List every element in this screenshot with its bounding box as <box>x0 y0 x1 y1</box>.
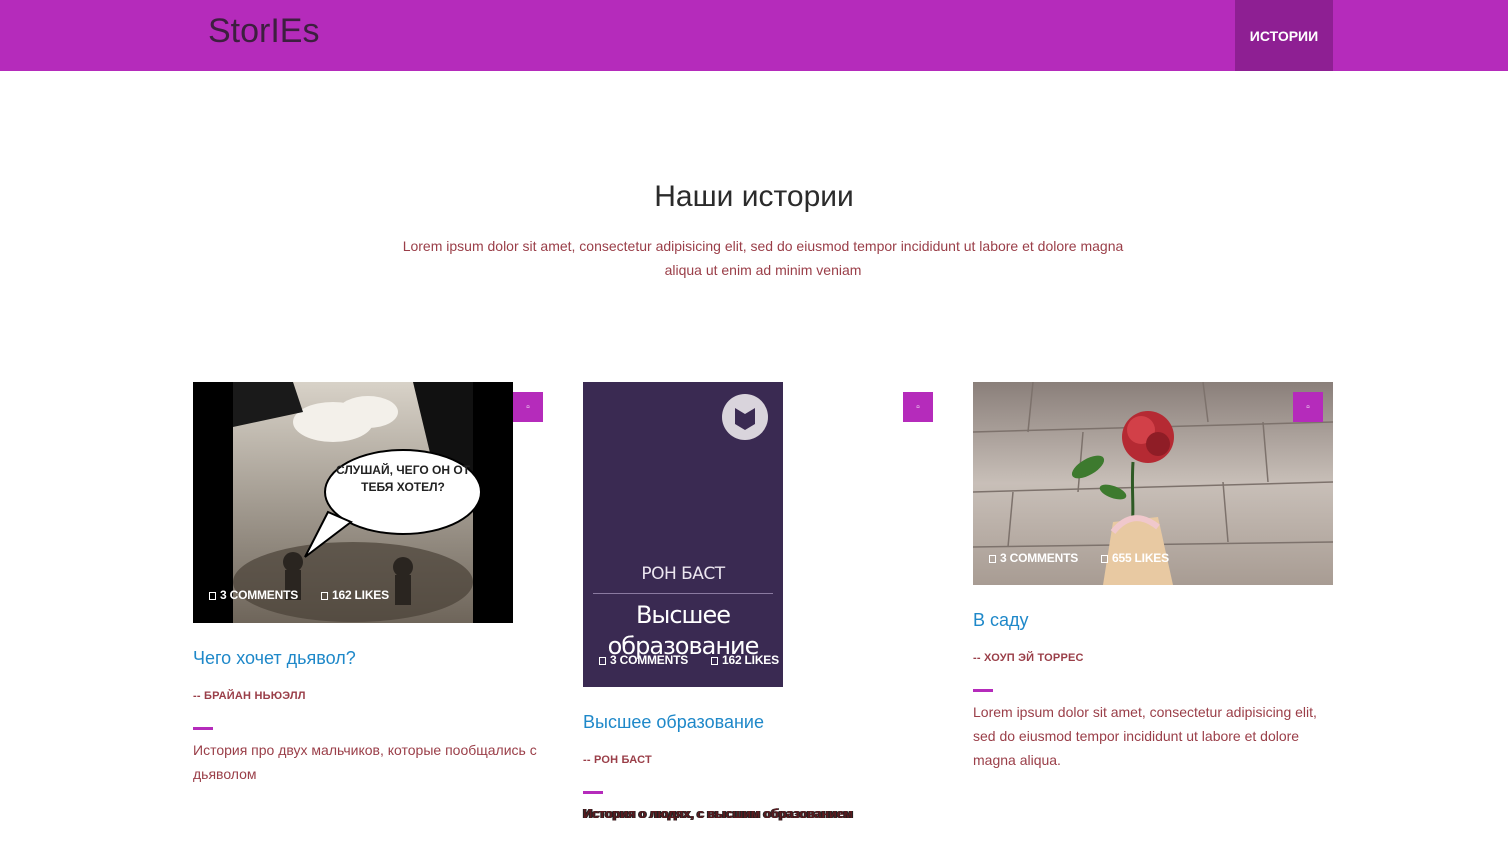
likes-count[interactable]: 655 LIKES <box>1101 551 1169 565</box>
section-title: Наши истории <box>654 180 854 213</box>
story-author: -- РОН БАСТ <box>583 754 652 766</box>
likes-count[interactable]: 162 LIKES <box>321 588 389 602</box>
comment-icon <box>209 592 216 600</box>
story-title[interactable]: Высшее образование <box>583 712 764 733</box>
comment-icon <box>599 657 606 665</box>
comment-icon <box>989 555 996 563</box>
story-image-book-cover[interactable]: РОН БАСТ Высшее образование 3 COMMENTS 1… <box>583 382 783 687</box>
comments-count[interactable]: 3 COMMENTS <box>989 551 1078 565</box>
story-title[interactable]: Чего хочет дьявол? <box>193 648 356 669</box>
bookmark-icon[interactable]: ▫ <box>1293 392 1323 422</box>
story-title[interactable]: В саду <box>973 610 1029 631</box>
likes-label: 655 LIKES <box>1112 551 1169 565</box>
likes-count[interactable]: 162 LIKES <box>711 653 779 667</box>
likes-label: 162 LIKES <box>722 653 779 667</box>
divider <box>973 689 993 692</box>
story-excerpt: История про двух мальчиков, которые пооб… <box>193 742 537 782</box>
heart-icon <box>1101 555 1108 563</box>
comments-label: 3 COMMENTS <box>1000 551 1079 565</box>
section-subtitle: Lorem ipsum dolor sit amet, consectetur … <box>402 238 1124 278</box>
comments-label: 3 COMMENTS <box>220 588 299 602</box>
divider <box>193 727 213 730</box>
publisher-logo-icon <box>722 394 768 440</box>
comments-count[interactable]: 3 COMMENTS <box>209 588 298 602</box>
story-author: -- БРАЙАН НЬЮЭЛЛ <box>193 690 306 702</box>
story-excerpt: Lorem ipsum dolor sit amet, consectetur … <box>973 704 1317 768</box>
brand-logo[interactable]: StorIEs <box>208 12 319 51</box>
heart-icon <box>711 657 718 665</box>
shield-icon <box>735 408 755 430</box>
comments-count[interactable]: 3 COMMENTS <box>599 653 688 667</box>
top-navbar: StorIEs ИСТОРИИ <box>0 0 1508 71</box>
cover-divider <box>593 593 773 594</box>
heart-icon <box>321 592 328 600</box>
nav-item-stories[interactable]: ИСТОРИИ <box>1235 0 1333 71</box>
comic-illustration <box>193 382 513 623</box>
cover-author: РОН БАСТ <box>641 564 725 584</box>
story-author: -- ХОУП ЭЙ ТОРРЕС <box>973 652 1084 664</box>
likes-label: 162 LIKES <box>332 588 389 602</box>
bookmark-icon[interactable]: ▫ <box>513 392 543 422</box>
divider <box>583 791 603 794</box>
story-excerpt: История о людях, с высшим образованием <box>583 806 853 821</box>
story-image-rose[interactable]: 3 COMMENTS 655 LIKES <box>973 382 1333 585</box>
story-image-comic[interactable]: СЛУШАЙ, ЧЕГО ОН ОТ ТЕБЯ ХОТЕЛ? 3 COMMENT… <box>193 382 513 623</box>
bookmark-icon[interactable]: ▫ <box>903 392 933 422</box>
comments-label: 3 COMMENTS <box>610 653 689 667</box>
speech-bubble-text: СЛУШАЙ, ЧЕГО ОН ОТ ТЕБЯ ХОТЕЛ? <box>335 463 470 494</box>
